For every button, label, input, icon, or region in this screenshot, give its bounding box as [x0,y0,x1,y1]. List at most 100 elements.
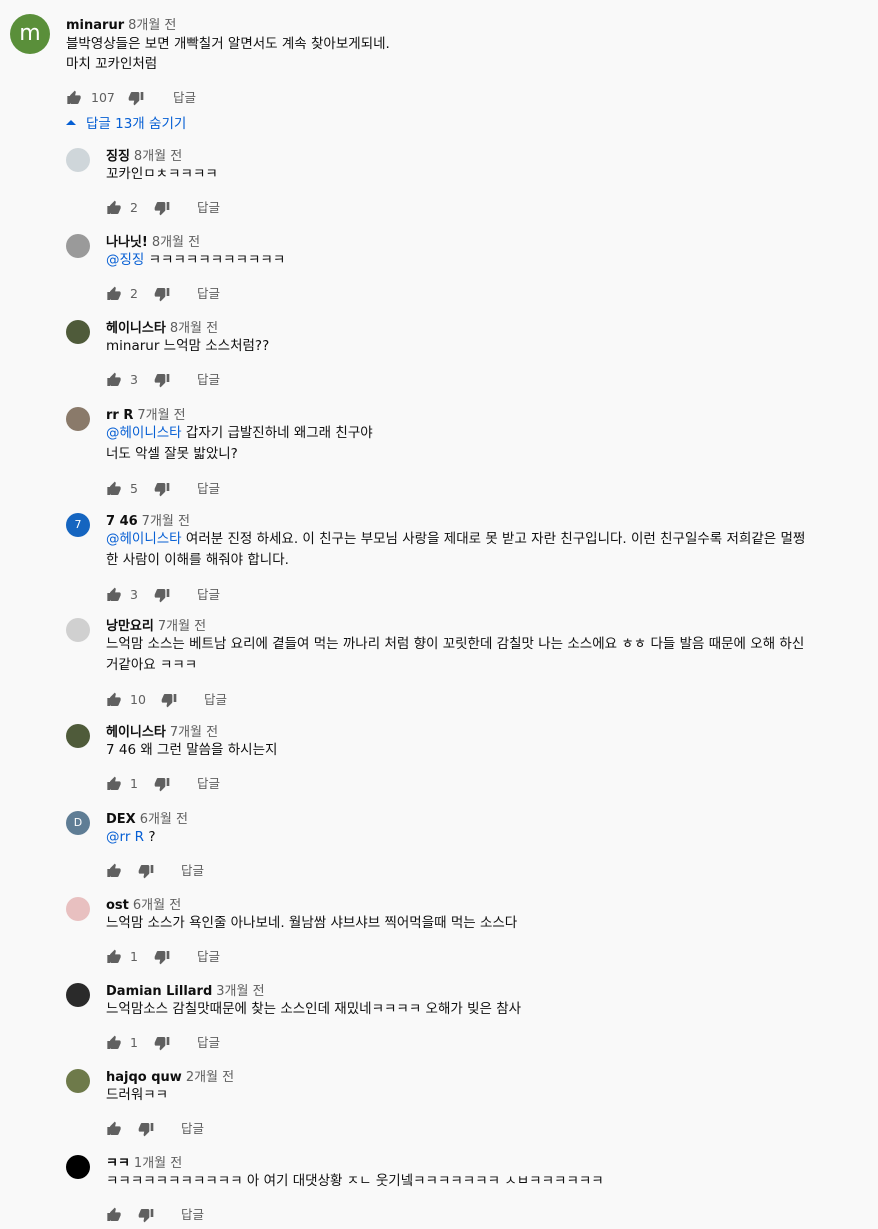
thumbs-down-icon[interactable] [154,481,170,497]
thumbs-up-icon[interactable] [106,481,122,497]
reply-button[interactable]: 답글 [197,285,220,303]
author-name[interactable]: hajqo quw [106,1070,182,1085]
thumbs-down-icon[interactable] [161,692,177,708]
author-name[interactable]: 징징 [106,149,130,164]
comment-actions: 답글 [106,1119,306,1139]
avatar[interactable] [66,148,90,172]
thumbs-up-icon[interactable] [106,286,122,302]
avatar[interactable]: 7 [66,513,90,537]
reply-button[interactable]: 답글 [173,89,196,107]
timestamp[interactable]: 3개월 전 [216,984,264,999]
comment-text: minarur 느억맘 소스처럼?? [106,338,270,354]
thumbs-down-icon[interactable] [154,200,170,216]
thumbs-down-icon[interactable] [128,90,144,106]
thumbs-up-icon[interactable] [106,692,122,708]
avatar[interactable] [66,897,90,921]
author-name[interactable]: 7 46 [106,514,138,529]
reply-button[interactable]: 답글 [181,862,204,880]
avatar[interactable]: m [10,14,50,54]
thumbs-down-icon[interactable] [154,949,170,965]
thumbs-down-icon[interactable] [154,372,170,388]
author-name[interactable]: ㅋㅋ [106,1156,130,1171]
comment-actions: 3 답글 [106,370,306,390]
author-name[interactable]: 낭만요리 [106,619,154,634]
thumbs-up-icon[interactable] [106,1121,122,1137]
comment-header: Damian Lillard 3개월 전 [106,980,265,999]
author-name[interactable]: 헤이니스타 [106,725,166,740]
author-name[interactable]: ost [106,898,129,913]
avatar[interactable] [66,407,90,431]
comment-actions: 답글 [106,1205,306,1225]
timestamp[interactable]: 2개월 전 [186,1070,234,1085]
thumbs-down-icon[interactable] [138,863,154,879]
hide-replies-button[interactable]: 답글 13개 숨기기 [66,114,186,134]
comment-text: 느억맘 소스는 베트남 요리에 곁들여 먹는 까나리 처럼 향이 꼬릿한데 감칠… [106,636,805,652]
comment-actions: 1 답글 [106,774,306,794]
avatar[interactable] [66,1069,90,1093]
author-name[interactable]: minarur [66,18,124,33]
reply-button[interactable]: 답글 [197,948,220,966]
avatar[interactable]: D [66,811,90,835]
thumbs-up-icon[interactable] [106,1035,122,1051]
avatar-letter: D [73,816,83,829]
reply-button[interactable]: 답글 [197,1034,220,1052]
thumbs-down-icon[interactable] [154,286,170,302]
avatar[interactable] [66,234,90,258]
reply-button[interactable]: 답글 [197,199,220,217]
comment-text-line-2: 마치 꼬카인처럼 [66,56,158,72]
avatar[interactable] [66,983,90,1007]
mention-link[interactable]: @헤이니스타 [106,531,182,547]
avatar[interactable] [66,618,90,642]
author-name[interactable]: 나나닛! [106,235,148,250]
author-name[interactable]: DEX [106,812,136,827]
thumbs-up-icon[interactable] [106,372,122,388]
avatar[interactable] [66,1155,90,1179]
reply-button[interactable]: 답글 [197,586,220,604]
timestamp[interactable]: 6개월 전 [140,812,188,827]
avatar[interactable] [66,320,90,344]
thumbs-up-icon[interactable] [106,776,122,792]
thumbs-down-icon[interactable] [154,1035,170,1051]
timestamp[interactable]: 7개월 전 [142,514,190,529]
comment-text: 갑자기 급발진하네 왜그래 친구야 [181,425,373,441]
mention-link[interactable]: @헤이니스타 [106,425,182,441]
mention-link[interactable]: @징징 [106,252,144,268]
reply-button[interactable]: 답글 [197,371,220,389]
thumbs-down-icon[interactable] [138,1121,154,1137]
thumbs-down-icon[interactable] [154,587,170,603]
thumbs-up-icon[interactable] [106,1207,122,1223]
avatar[interactable] [66,724,90,748]
author-name[interactable]: 헤이니스타 [106,321,166,336]
mention-link[interactable]: @rr R [106,829,144,845]
author-name[interactable]: Damian Lillard [106,984,212,999]
timestamp[interactable]: 8개월 전 [152,235,200,250]
thumbs-down-icon[interactable] [154,776,170,792]
reply-button[interactable]: 답글 [197,480,220,498]
timestamp[interactable]: 7개월 전 [137,408,185,423]
timestamp[interactable]: 8개월 전 [134,149,182,164]
reply-button[interactable]: 답글 [181,1120,204,1138]
timestamp[interactable]: 8개월 전 [170,321,218,336]
thumbs-down-icon[interactable] [138,1207,154,1223]
timestamp[interactable]: 1개월 전 [134,1156,182,1171]
comment-text-line-1: 느억맘 소스는 베트남 요리에 곁들여 먹는 까나리 처럼 향이 꼬릿한데 감칠… [106,634,804,655]
reply-button[interactable]: 답글 [181,1206,204,1224]
timestamp[interactable]: 6개월 전 [133,898,181,913]
comment-header: 낭만요리 7개월 전 [106,615,206,634]
reply-button[interactable]: 답글 [197,775,220,793]
timestamp[interactable]: 7개월 전 [158,619,206,634]
comment-actions: 3 답글 [106,585,306,605]
comment-header: DEX 6개월 전 [106,808,188,827]
thumbs-up-icon[interactable] [106,200,122,216]
reply-button[interactable]: 답글 [204,691,227,709]
timestamp[interactable]: 8개월 전 [128,18,176,33]
timestamp[interactable]: 7개월 전 [170,725,218,740]
thumbs-up-icon[interactable] [106,587,122,603]
comment-text: ㅋㅋㅋㅋㅋㅋㅋㅋㅋㅋㅋ 아 여기 대댓상황 ㅈㄴ 웃기넼ㅋㅋㅋㅋㅋㅋㅋ ㅅㅂㅋㅋ… [106,1173,604,1189]
author-name[interactable]: rr R [106,408,133,423]
thumbs-up-icon[interactable] [106,863,122,879]
like-count: 1 [130,1035,138,1050]
comment-text-line-2: 거같아요 ㅋㅋㅋ [106,657,198,673]
thumbs-up-icon[interactable] [66,90,82,106]
thumbs-up-icon[interactable] [106,949,122,965]
